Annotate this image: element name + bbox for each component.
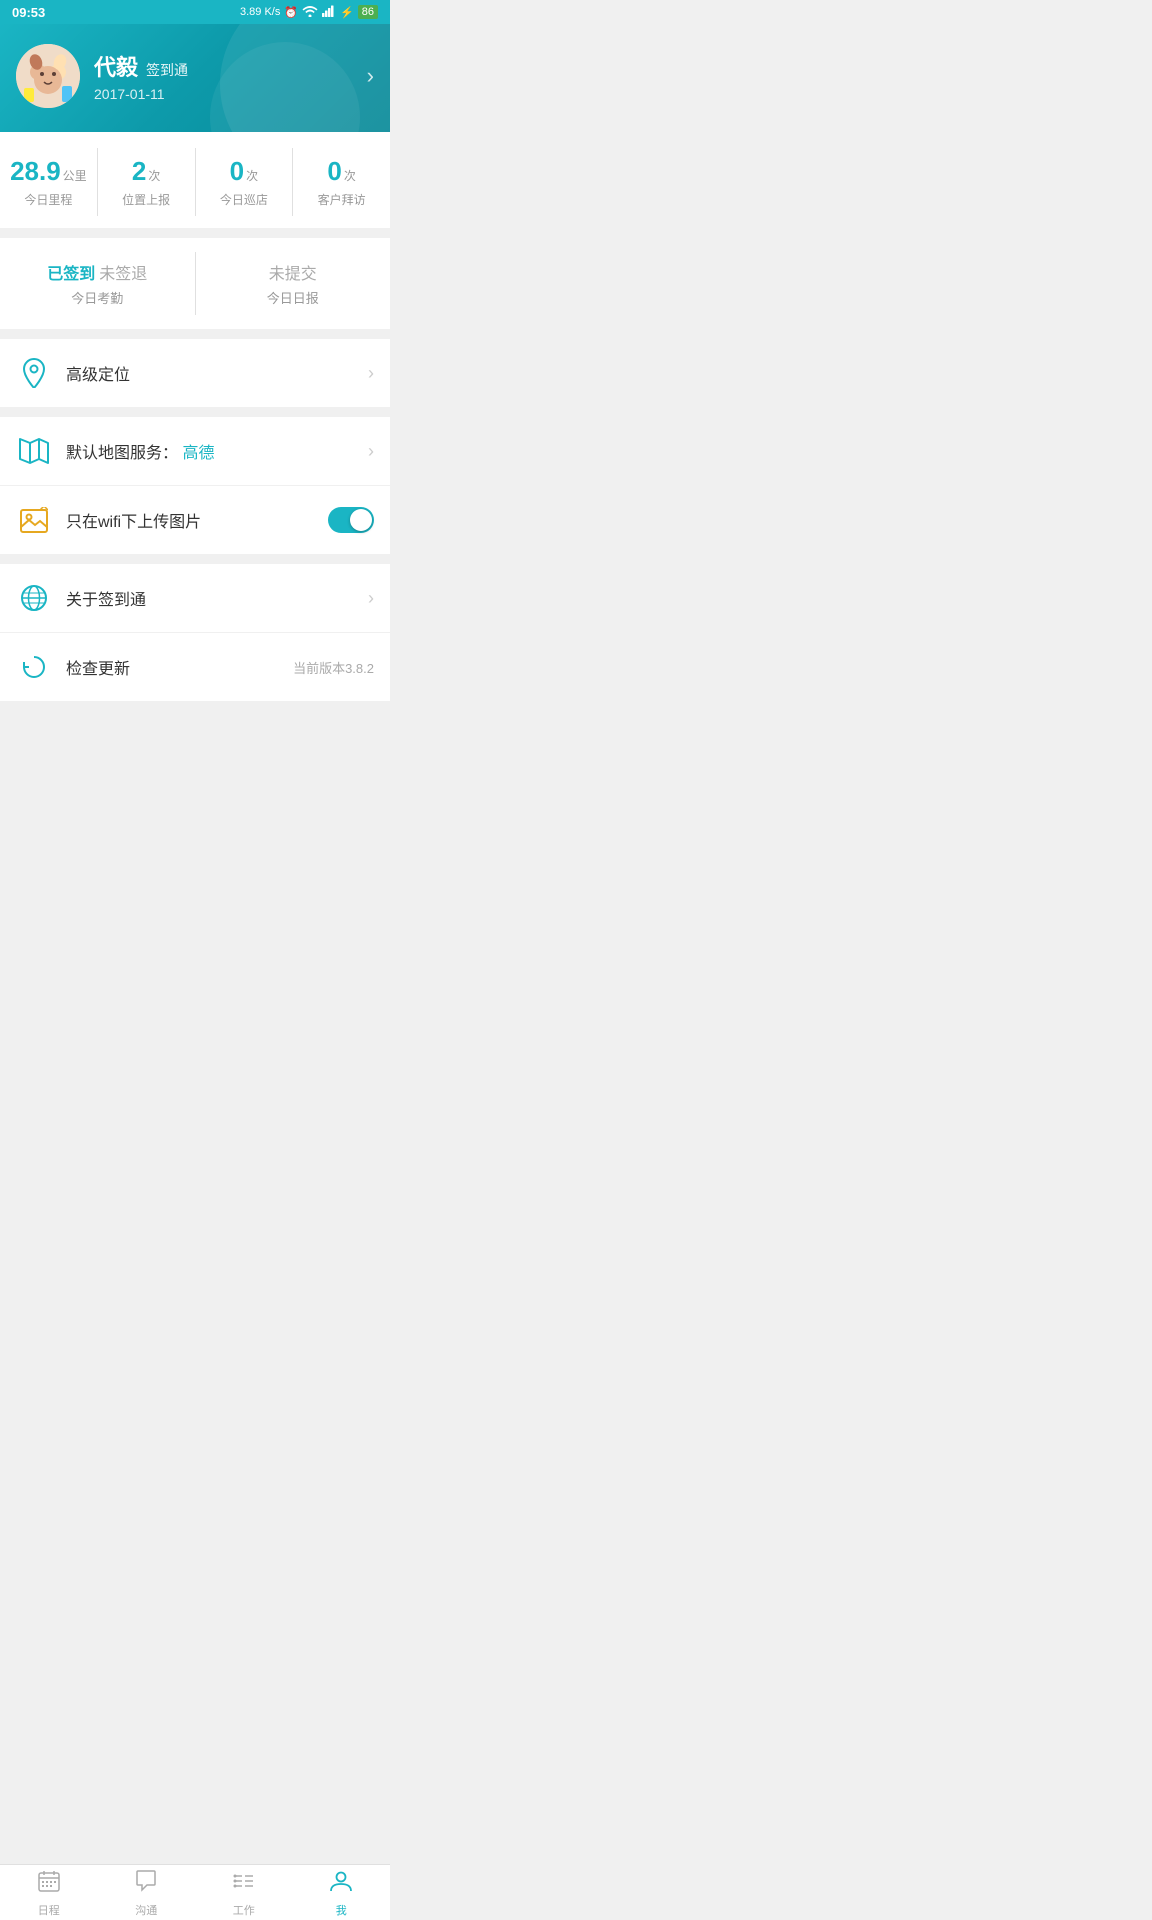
nav-work[interactable]: 工作 xyxy=(195,1865,293,1920)
charging-icon: ⚡ xyxy=(340,6,354,19)
attendance-report: 未提交 今日日报 xyxy=(196,252,391,315)
stat-patrol: 0 次 今日巡店 xyxy=(196,148,294,216)
map-icon xyxy=(16,433,52,469)
nav-schedule[interactable]: 日程 xyxy=(0,1865,98,1920)
patrol-unit: 次 xyxy=(246,167,258,184)
wifi-icon xyxy=(302,5,318,20)
chat-icon xyxy=(135,1870,157,1898)
location-icon xyxy=(16,355,52,391)
person-icon xyxy=(330,1870,352,1898)
globe-icon xyxy=(16,580,52,616)
gap-3 xyxy=(0,407,390,417)
wifi-toggle[interactable] xyxy=(328,507,374,533)
nav-me[interactable]: 我 xyxy=(293,1865,391,1920)
mileage-unit: 公里 xyxy=(63,167,87,184)
visit-label: 客户拜访 xyxy=(297,191,386,208)
mileage-label: 今日里程 xyxy=(4,191,93,208)
menu-item-wifi-upload[interactable]: 只在wifi下上传图片 xyxy=(0,486,390,554)
checkin-signed-status: 已签到 xyxy=(47,260,95,284)
map-menu-label: 默认地图服务： 高德 xyxy=(66,439,368,463)
profile-name: 代毅 xyxy=(94,50,138,82)
clock-icon: ⏰ xyxy=(284,6,298,19)
location-chevron-icon: › xyxy=(368,363,374,384)
update-icon xyxy=(16,649,52,685)
version-text: 当前版本3.8.2 xyxy=(293,658,374,677)
status-right-icons: 3.89 K/s ⏰ ⚡ 86 xyxy=(240,5,378,20)
battery-level: 86 xyxy=(358,5,378,19)
signal-icon xyxy=(322,5,336,20)
status-time: 09:53 xyxy=(12,5,45,20)
map-value: 高德 xyxy=(182,445,214,462)
work-icon xyxy=(233,1870,255,1898)
profile-header[interactable]: 代毅 签到通 2017-01-11 › xyxy=(0,24,390,132)
image-icon xyxy=(16,502,52,538)
calendar-icon xyxy=(38,1870,60,1898)
toggle-knob xyxy=(350,509,372,531)
avatar xyxy=(16,44,80,108)
location-unit: 次 xyxy=(148,167,160,184)
menu-item-update[interactable]: 检查更新 当前版本3.8.2 xyxy=(0,633,390,701)
menu-section-2: 默认地图服务： 高德 › 只在wifi下上传图片 xyxy=(0,417,390,554)
chat-label: 沟通 xyxy=(135,1902,157,1918)
menu-item-location[interactable]: 高级定位 › xyxy=(0,339,390,407)
mileage-value: 28.9 xyxy=(10,156,61,187)
report-pending-status: 未提交 xyxy=(269,260,317,284)
me-label: 我 xyxy=(336,1902,347,1918)
gap-4 xyxy=(0,554,390,564)
schedule-label: 日程 xyxy=(38,1902,60,1918)
attendance-checkin: 已签到 未签退 今日考勤 xyxy=(0,252,196,315)
work-label: 工作 xyxy=(233,1902,255,1918)
visit-unit: 次 xyxy=(344,167,356,184)
patrol-value: 0 xyxy=(230,156,244,187)
report-today-label: 今日日报 xyxy=(212,288,375,307)
menu-section-3: 关于签到通 › 检查更新 当前版本3.8.2 xyxy=(0,564,390,701)
about-chevron-icon: › xyxy=(368,588,374,609)
stat-visit: 0 次 客户拜访 xyxy=(293,148,390,216)
attendance-row: 已签到 未签退 今日考勤 未提交 今日日报 xyxy=(0,252,390,315)
update-label: 检查更新 xyxy=(66,655,293,679)
location-menu-label: 高级定位 xyxy=(66,361,368,385)
bottom-nav: 日程 沟通 工作 xyxy=(0,1864,390,1920)
stat-mileage: 28.9 公里 今日里程 xyxy=(0,148,98,216)
menu-section-1: 高级定位 › xyxy=(0,339,390,407)
location-value: 2 xyxy=(132,156,146,187)
location-label: 位置上报 xyxy=(102,191,191,208)
profile-tag: 签到通 xyxy=(146,60,188,80)
stat-location: 2 次 位置上报 xyxy=(98,148,196,216)
gap-1 xyxy=(0,228,390,238)
avatar-image xyxy=(16,44,80,108)
speed-indicator: 3.89 K/s xyxy=(240,6,280,18)
nav-chat[interactable]: 沟通 xyxy=(98,1865,196,1920)
menu-item-map[interactable]: 默认地图服务： 高德 › xyxy=(0,417,390,486)
stats-section: 28.9 公里 今日里程 2 次 位置上报 0 次 今日巡店 xyxy=(0,132,390,228)
profile-date: 2017-01-11 xyxy=(94,86,353,102)
patrol-label: 今日巡店 xyxy=(200,191,289,208)
stats-row: 28.9 公里 今日里程 2 次 位置上报 0 次 今日巡店 xyxy=(0,148,390,216)
visit-value: 0 xyxy=(327,156,341,187)
status-bar: 09:53 3.89 K/s ⏰ ⚡ 86 xyxy=(0,0,390,24)
about-label: 关于签到通 xyxy=(66,586,368,610)
attendance-today-label: 今日考勤 xyxy=(16,288,179,307)
profile-info: 代毅 签到通 2017-01-11 xyxy=(94,50,353,102)
menu-item-about[interactable]: 关于签到通 › xyxy=(0,564,390,633)
map-chevron-icon: › xyxy=(368,441,374,462)
profile-chevron-icon[interactable]: › xyxy=(367,63,374,89)
attendance-section: 已签到 未签退 今日考勤 未提交 今日日报 xyxy=(0,238,390,329)
wifi-upload-label: 只在wifi下上传图片 xyxy=(66,508,328,532)
checkin-unsigned-status: 未签退 xyxy=(99,260,147,284)
gap-2 xyxy=(0,329,390,339)
